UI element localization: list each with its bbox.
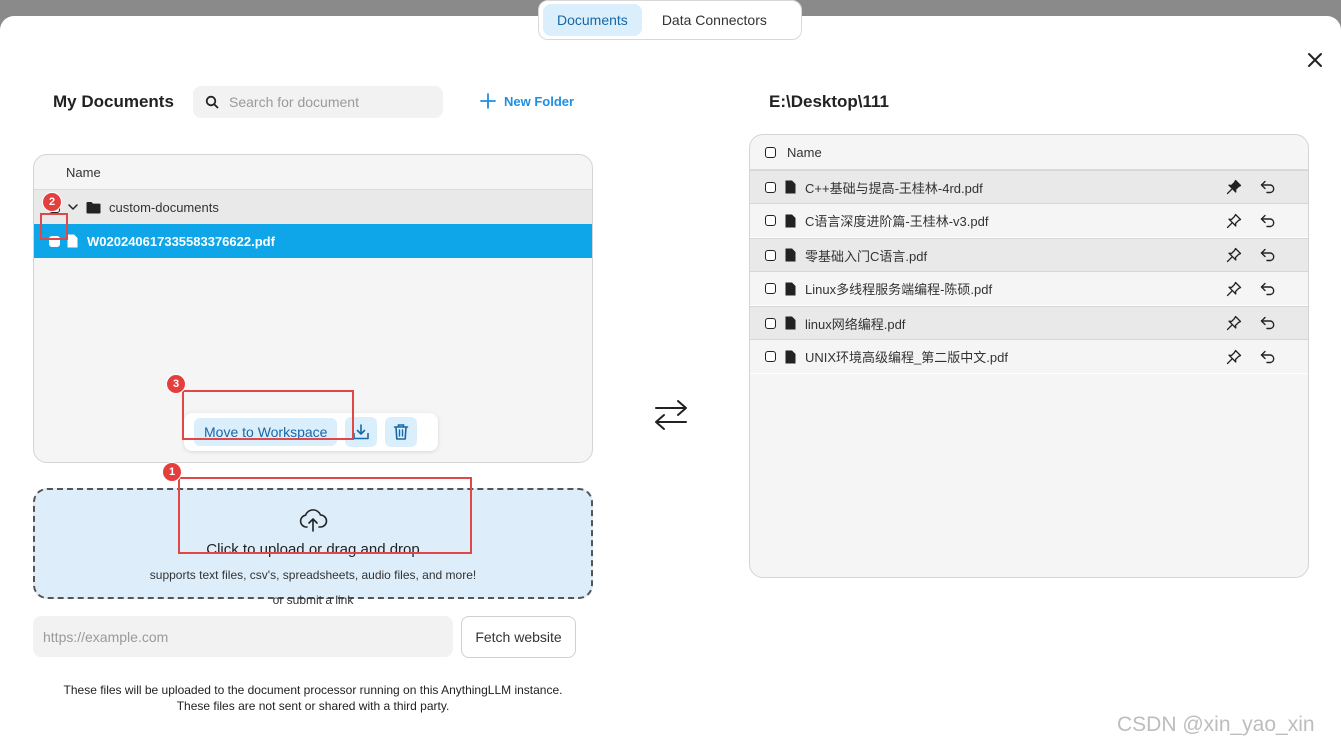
swap-arrows-icon (655, 400, 687, 430)
remove-from-workspace-button[interactable] (1258, 211, 1278, 231)
file-icon (785, 214, 796, 227)
pin-icon (1226, 179, 1242, 195)
close-icon (1308, 53, 1322, 67)
upload-subtitle: supports text files, csv's, spreadsheets… (149, 568, 477, 582)
tray-download-icon (353, 424, 370, 440)
step-badge-3: 3 (166, 374, 186, 394)
workspace-file-name: C++基础与提高-王桂林-4rd.pdf (805, 180, 983, 196)
file-icon (785, 282, 796, 295)
file-checkbox[interactable] (49, 235, 60, 247)
workspace-path-title: E:\Desktop\111 (769, 92, 890, 111)
selection-action-bar: Move to Workspace (184, 413, 438, 451)
undo-arrow-icon (1260, 214, 1275, 227)
tab-documents[interactable]: Documents (543, 4, 642, 36)
my-documents-title: My Documents (53, 92, 174, 111)
pin-icon (1226, 281, 1242, 296)
plus-icon (480, 93, 496, 109)
file-checkbox[interactable] (765, 181, 776, 193)
search-icon (205, 95, 219, 109)
step-badge-2: 2 (42, 192, 62, 212)
workspace-file-name: C语言深度进阶篇-王桂林-v3.pdf (805, 214, 989, 229)
tab-data-connectors[interactable]: Data Connectors (648, 4, 781, 36)
remove-from-workspace-button[interactable] (1258, 177, 1278, 197)
close-button[interactable] (1302, 47, 1328, 73)
pin-button[interactable] (1224, 347, 1244, 367)
delete-button[interactable] (385, 417, 418, 447)
new-folder-label: New Folder (504, 93, 575, 109)
undo-arrow-icon (1260, 350, 1275, 363)
workspace-file-row[interactable]: 零基础入门C语言.pdf (750, 238, 1308, 272)
folder-name: custom-documents (109, 199, 219, 215)
pin-button[interactable] (1224, 245, 1244, 265)
file-checkbox[interactable] (765, 351, 776, 362)
workspace-documents-panel: Name C++基础与提高-王桂林-4rd.pdf C语言深度进阶篇-王桂林-v3… (749, 134, 1309, 578)
pin-icon (1226, 213, 1242, 228)
pin-icon (1226, 349, 1242, 364)
left-table-header: Name (34, 155, 592, 190)
upload-footnote-line1: These files will be uploaded to the docu… (63, 683, 563, 697)
pin-button[interactable] (1224, 313, 1244, 333)
chevron-down-icon[interactable] (67, 201, 79, 213)
file-checkbox[interactable] (765, 317, 776, 329)
select-all-checkbox[interactable] (765, 146, 776, 158)
search-input[interactable] (227, 93, 431, 111)
workspace-file-row[interactable]: Linux多线程服务端编程-陈硕.pdf (750, 272, 1308, 306)
trash-icon (394, 424, 409, 440)
remove-from-workspace-button[interactable] (1258, 245, 1278, 265)
workspace-file-row[interactable]: C语言深度进阶篇-王桂林-v3.pdf (750, 204, 1308, 238)
pin-button[interactable] (1224, 177, 1244, 197)
step-badge-1: 1 (162, 462, 182, 482)
fetch-website-button[interactable]: Fetch website (461, 616, 576, 658)
undo-arrow-icon (1260, 282, 1275, 295)
undo-arrow-icon (1260, 180, 1275, 194)
pin-icon (1226, 315, 1242, 331)
or-submit-link-text: or submit a link (272, 593, 354, 607)
remove-from-workspace-button[interactable] (1258, 279, 1278, 299)
undo-arrow-icon (1260, 316, 1275, 330)
document-search[interactable] (193, 86, 443, 118)
upload-title: Click to upload or drag and drop (206, 541, 420, 558)
workspace-file-name: linux网络编程.pdf (805, 316, 906, 332)
workspace-file-name: 零基础入门C语言.pdf (805, 248, 928, 264)
pin-button[interactable] (1224, 211, 1244, 231)
file-icon (785, 350, 796, 363)
right-table-header: Name (750, 135, 1308, 170)
file-icon (785, 248, 796, 262)
remove-from-workspace-button[interactable] (1258, 347, 1278, 367)
file-name: W020240617335583376622.pdf (87, 233, 275, 249)
move-to-workspace-button[interactable]: Move to Workspace (194, 418, 338, 446)
remove-from-workspace-button[interactable] (1258, 313, 1278, 333)
workspace-file-name: UNIX环境高级编程_第二版中文.pdf (805, 350, 1008, 365)
upload-dropzone[interactable]: Click to upload or drag and drop support… (33, 488, 593, 599)
column-header-name: Name (66, 164, 101, 180)
new-folder-button[interactable]: New Folder (480, 93, 574, 109)
pin-button[interactable] (1224, 279, 1244, 299)
workspace-file-row[interactable]: C++基础与提高-王桂林-4rd.pdf (750, 170, 1308, 204)
cloud-upload-icon (299, 509, 328, 532)
file-checkbox[interactable] (765, 249, 776, 261)
embed-button[interactable] (345, 417, 378, 447)
folder-icon (86, 201, 101, 213)
undo-arrow-icon (1260, 248, 1275, 262)
workspace-file-row[interactable]: UNIX环境高级编程_第二版中文.pdf (750, 340, 1308, 374)
workspace-file-row[interactable]: linux网络编程.pdf (750, 306, 1308, 340)
file-icon (785, 316, 796, 330)
watermark: CSDN @xin_yao_xin (1117, 713, 1315, 736)
document-manager-modal: My Documents New Folder Name custom-docu… (0, 16, 1341, 748)
pin-icon (1226, 247, 1242, 263)
file-row-selected[interactable]: W020240617335583376622.pdf (34, 224, 592, 258)
column-header-name: Name (787, 144, 822, 160)
folder-row[interactable]: custom-documents (34, 190, 592, 224)
url-input[interactable] (33, 616, 453, 657)
file-checkbox[interactable] (765, 283, 776, 294)
upload-footnote-line2: These files are not sent or shared with … (176, 699, 450, 713)
file-icon (67, 234, 78, 248)
workspace-file-name: Linux多线程服务端编程-陈硕.pdf (805, 282, 993, 297)
file-icon (785, 180, 796, 194)
top-tabs: Documents Data Connectors (538, 0, 802, 40)
file-checkbox[interactable] (765, 215, 776, 226)
